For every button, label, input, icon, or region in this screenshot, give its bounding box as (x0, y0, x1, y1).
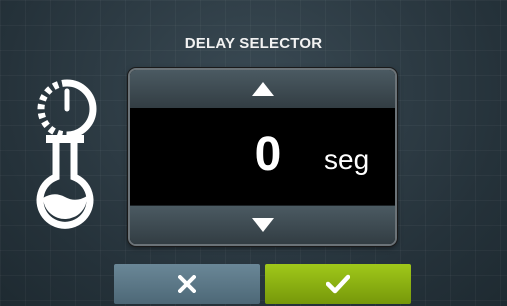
dialog-title: DELAY SELECTOR (184, 35, 323, 52)
delay-selector: 0 seg (128, 68, 397, 246)
delay-value: 0 (254, 128, 282, 181)
value-display: 0 seg (130, 108, 395, 205)
confirm-button[interactable] (265, 264, 411, 304)
close-icon (178, 275, 196, 293)
triangle-down-icon (251, 218, 274, 232)
increase-button[interactable] (130, 70, 395, 109)
delay-unit: seg (324, 144, 370, 175)
triangle-up-icon (251, 82, 274, 96)
flask-icon-wrap (32, 135, 107, 230)
flask-icon (36, 135, 94, 229)
check-icon (326, 274, 350, 294)
cancel-button[interactable] (114, 264, 260, 304)
decrease-button[interactable] (130, 205, 395, 244)
